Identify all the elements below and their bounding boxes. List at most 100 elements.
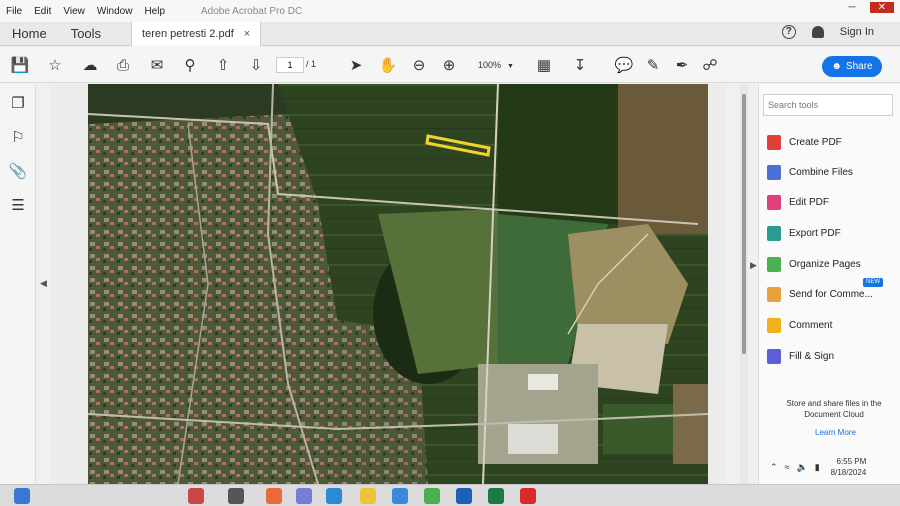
- excel-icon[interactable]: [488, 488, 504, 504]
- select-cursor-icon[interactable]: ➤: [346, 55, 366, 75]
- main-toolbar: 💾 ☆ ☁ ⎙ ✉ ⚲ ⇧ ⇩ 1 / 1 ➤ ✋ ⊖ ⊕ 100% ▼ ▦ ↧ …: [0, 47, 900, 83]
- menu-edit[interactable]: Edit: [28, 6, 57, 17]
- acrobat-window: File Edit View Window Help Adobe Acrobat…: [0, 0, 900, 506]
- vertical-scrollbar[interactable]: [740, 84, 748, 484]
- tool-organize-pages[interactable]: Organize Pages: [767, 254, 861, 274]
- menu-help[interactable]: Help: [138, 6, 171, 17]
- clock[interactable]: 6:55 PM 8/18/2024: [831, 456, 867, 478]
- taskbar: [0, 484, 900, 506]
- tool-send-for-comments[interactable]: Send for Comme...: [767, 284, 873, 304]
- highlight-pen-icon[interactable]: ✎: [643, 55, 663, 75]
- expand-left-panel-icon[interactable]: ◀: [40, 278, 47, 289]
- page-total: / 1: [306, 59, 317, 69]
- scroll-thumb[interactable]: [742, 94, 746, 354]
- bookmarks-icon[interactable]: ⚐: [9, 128, 27, 146]
- document-cloud-text: Store and share files in the Document Cl…: [786, 399, 882, 419]
- scroll-mode-icon[interactable]: ↧: [570, 55, 590, 75]
- fill-sign-icon: [767, 348, 781, 364]
- document-tab-label: teren petresti 2.pdf: [142, 27, 234, 40]
- aerial-photo: [88, 84, 708, 484]
- search-tools-input[interactable]: [763, 94, 893, 116]
- document-tab[interactable]: teren petresti 2.pdf ×: [131, 21, 262, 46]
- clock-time: 6:55 PM: [836, 457, 867, 466]
- store-icon[interactable]: [392, 488, 408, 504]
- volume-icon[interactable]: 🔈: [797, 462, 808, 473]
- menu-file[interactable]: File: [0, 6, 28, 17]
- tab-bar: Home Tools teren petresti 2.pdf × ? Sign…: [0, 21, 900, 46]
- notifications-bell-icon[interactable]: [811, 26, 824, 38]
- page-thumbnails-icon[interactable]: ❐: [9, 94, 27, 112]
- tool-label: Send for Comme...: [789, 288, 873, 300]
- windows-start-icon[interactable]: [14, 488, 30, 504]
- next-page-icon[interactable]: ⇩: [246, 55, 266, 75]
- close-window-icon[interactable]: ✕: [869, 2, 894, 13]
- wifi-icon[interactable]: ≈: [785, 462, 790, 472]
- edge-browser-icon[interactable]: [326, 488, 342, 504]
- email-icon[interactable]: ✉: [147, 55, 167, 75]
- collapse-right-panel-icon[interactable]: ▶: [750, 260, 757, 271]
- document-viewport[interactable]: [50, 84, 726, 484]
- tool-fill-and-sign[interactable]: Fill & Sign: [767, 346, 834, 366]
- draw-sign-icon[interactable]: ✒: [672, 55, 692, 75]
- tool-create-pdf[interactable]: Create PDF: [767, 132, 842, 152]
- tool-label: Comment: [789, 319, 833, 331]
- zoom-dropdown[interactable]: 100% ▼: [468, 57, 520, 73]
- tab-tools[interactable]: Tools: [59, 26, 113, 41]
- taskbar-app-icon[interactable]: [228, 488, 244, 504]
- taskbar-app-icon[interactable]: [188, 488, 204, 504]
- page-number-input[interactable]: 1: [276, 57, 304, 73]
- upload-cloud-icon[interactable]: ☁: [80, 55, 100, 75]
- hand-tool-icon[interactable]: ✋: [378, 55, 398, 75]
- window-controls: ─ ✕: [849, 2, 894, 13]
- menu-bar: File Edit View Window Help Adobe Acrobat…: [0, 0, 900, 22]
- menu-window[interactable]: Window: [91, 6, 139, 17]
- tool-label: Organize Pages: [789, 258, 861, 270]
- save-icon[interactable]: 💾: [10, 55, 30, 75]
- tool-label: Combine Files: [789, 166, 853, 178]
- zoom-out-icon[interactable]: ⊖: [409, 55, 429, 75]
- create-pdf-icon: [767, 134, 781, 150]
- tool-edit-pdf[interactable]: Edit PDF: [767, 192, 829, 212]
- fit-page-icon[interactable]: ▦: [534, 55, 554, 75]
- comment-tool-icon: [767, 317, 781, 333]
- tool-label: Export PDF: [789, 227, 841, 239]
- chrome-browser-icon[interactable]: [424, 488, 440, 504]
- tool-export-pdf[interactable]: Export PDF: [767, 223, 841, 243]
- zoom-in-icon[interactable]: ⊕: [439, 55, 459, 75]
- search-zoom-icon[interactable]: ⚲: [180, 55, 200, 75]
- print-icon[interactable]: ⎙: [113, 55, 133, 75]
- stamp-icon[interactable]: ☍: [700, 55, 720, 75]
- bookmark-star-icon[interactable]: ☆: [45, 55, 65, 75]
- close-tab-icon[interactable]: ×: [244, 28, 250, 40]
- comment-icon[interactable]: 💬: [614, 55, 634, 75]
- learn-more-link[interactable]: Learn More: [815, 428, 856, 437]
- previous-page-icon[interactable]: ⇧: [213, 55, 233, 75]
- tool-combine-files[interactable]: Combine Files: [767, 162, 853, 182]
- tools-pane: Create PDF Combine Files Edit PDF Export…: [758, 84, 900, 484]
- acrobat-taskbar-icon[interactable]: [520, 488, 536, 504]
- tool-label: Fill & Sign: [789, 350, 835, 362]
- tool-comment[interactable]: Comment: [767, 315, 832, 335]
- edit-pdf-icon: [767, 194, 781, 210]
- outlook-icon[interactable]: [456, 488, 472, 504]
- minimize-icon[interactable]: ─: [849, 2, 856, 13]
- pdf-page-aerial-map: [88, 84, 708, 484]
- taskbar-app-icon[interactable]: [266, 488, 282, 504]
- layers-icon[interactable]: ☰: [9, 196, 27, 214]
- battery-icon[interactable]: ▮: [815, 462, 820, 473]
- zoom-value: 100%: [478, 60, 502, 70]
- tab-home[interactable]: Home: [0, 26, 59, 41]
- clock-date: 8/18/2024: [830, 468, 867, 477]
- chevron-up-icon[interactable]: ⌃: [770, 462, 778, 473]
- organize-pages-icon: [767, 256, 781, 272]
- taskbar-chat-icon[interactable]: [296, 488, 312, 504]
- combine-files-icon: [767, 164, 781, 180]
- sign-in-link[interactable]: Sign In: [840, 26, 874, 38]
- share-button[interactable]: ☻ Share: [822, 56, 882, 77]
- share-label: Share: [845, 61, 873, 72]
- menu-view[interactable]: View: [57, 6, 91, 17]
- help-icon[interactable]: ?: [781, 25, 796, 39]
- file-explorer-icon[interactable]: [360, 488, 376, 504]
- share-person-icon: ☻: [831, 61, 842, 72]
- attachments-paperclip-icon[interactable]: 📎: [9, 162, 28, 180]
